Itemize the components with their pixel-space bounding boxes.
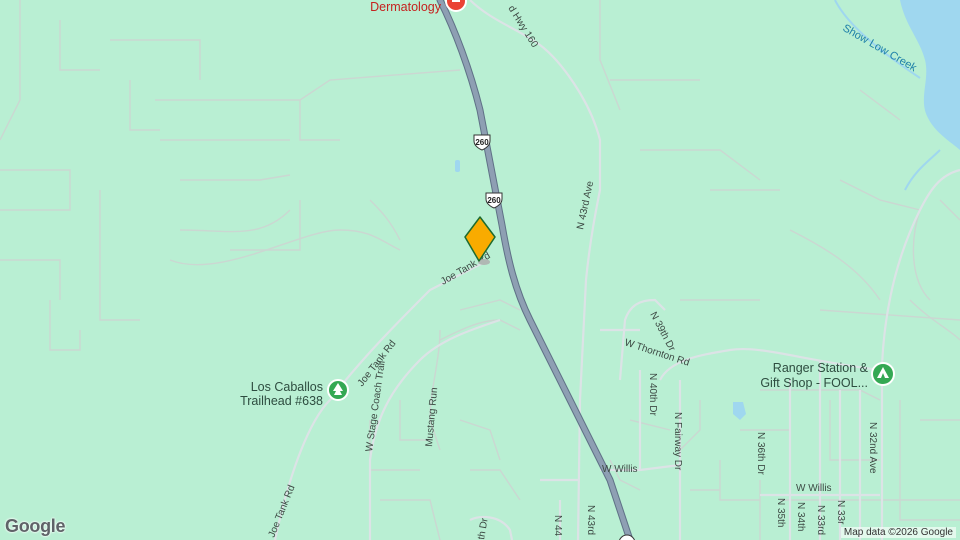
trailhead-name-line1: Los Caballos (251, 380, 323, 394)
label-w-willis-1: W Willis (602, 464, 638, 475)
label-n-44: N 44 (552, 515, 563, 537)
map-canvas[interactable]: 260 260 d Hwy 160 N 43rd Ave Joe Tank Rd… (0, 0, 960, 540)
google-logo: Google (5, 516, 66, 536)
poi-dermatology-name: Dermatology (370, 0, 442, 14)
ranger-name-line1: Ranger Station & (773, 361, 869, 375)
label-n-40th-dr: N 40th Dr (647, 373, 658, 416)
map-background (0, 0, 960, 540)
shield-text-upper: 260 (475, 138, 489, 147)
shield-text-lower: 260 (487, 196, 501, 205)
label-n-35th: N 35th (775, 498, 786, 527)
label-n-33r: N 33r (835, 500, 846, 525)
pond (455, 160, 460, 172)
label-n-33rd: N 33rd (815, 505, 826, 535)
map-attribution[interactable]: Map data ©2026 Google (840, 527, 956, 538)
label-n-43rd-bottom: N 43rd (585, 505, 596, 535)
label-n-34th: N 34th (795, 502, 806, 531)
trailhead-name-line2: Trailhead #638 (240, 394, 323, 408)
label-n-32nd-ave: N 32nd Ave (867, 422, 878, 474)
medical-cross-icon (452, 0, 460, 2)
label-n-fairway-dr: N Fairway Dr (672, 412, 683, 471)
label-w-willis-2: W Willis (796, 483, 832, 494)
ranger-name-line2: Gift Shop - FOOL... (760, 376, 868, 390)
label-n-36th-dr: N 36th Dr (755, 432, 766, 475)
